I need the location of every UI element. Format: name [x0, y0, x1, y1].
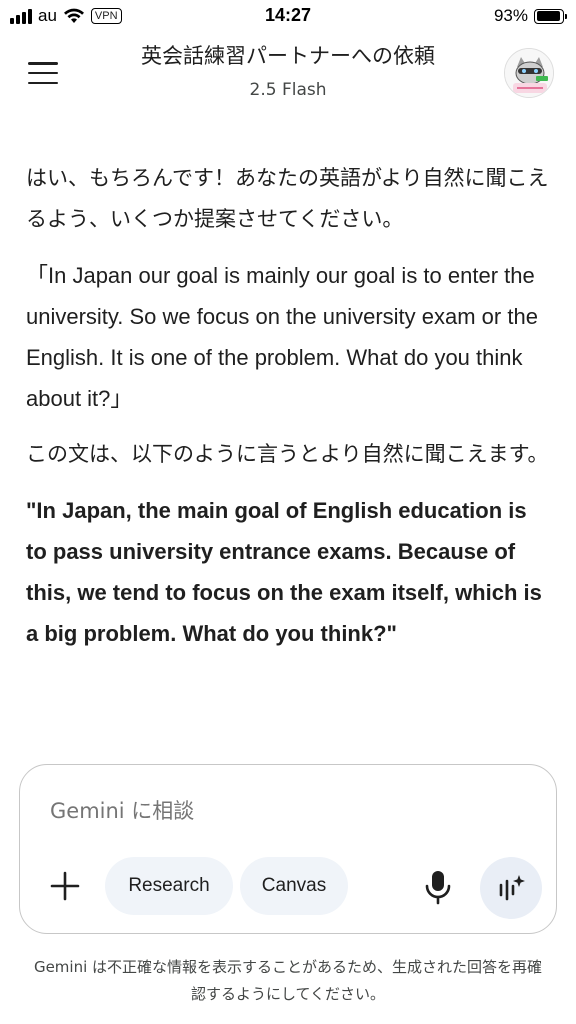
suggestion-lead: この文は、以下のように言うとより自然に聞こえます。: [26, 442, 549, 466]
disclaimer: Gemini は不正確な情報を表示することがあるため、生成された回答を再確認する…: [33, 958, 543, 1003]
battery-icon: [534, 8, 567, 24]
profile-avatar-icon[interactable]: [504, 48, 554, 98]
avatar-illustration: [505, 49, 553, 97]
model-name: 2.5 Flash: [249, 80, 327, 100]
suggested-sentence: "In Japan, the main goal of English educ…: [26, 498, 542, 646]
composer: Research Canvas: [19, 764, 557, 934]
menu-icon[interactable]: [28, 62, 58, 84]
status-bar: au VPN 14:27 93%: [0, 0, 576, 34]
chat-title: 英会話練習パートナーへの依頼: [141, 44, 435, 68]
status-right: 93%: [493, 6, 567, 26]
canvas-button[interactable]: Canvas: [240, 857, 348, 915]
app-header: 英会話練習パートナーへの依頼 2.5 Flash: [0, 34, 576, 114]
research-button[interactable]: Research: [105, 857, 233, 915]
battery-percent: 93%: [493, 6, 528, 25]
battery-fill: [536, 11, 560, 21]
prompt-input[interactable]: [50, 799, 500, 823]
microphone-icon[interactable]: [422, 869, 454, 905]
response-intro: はい、もちろんです！あなたの英語がより自然に聞こえるよう、いくつか提案させてくだ…: [26, 166, 549, 231]
live-button[interactable]: [480, 857, 542, 919]
status-time: 14:27: [264, 5, 312, 25]
add-icon[interactable]: [48, 869, 82, 903]
original-sentence: 「In Japan our goal is mainly our goal is…: [26, 263, 538, 411]
response-content: はい、もちろんです！あなたの英語がより自然に聞こえるよう、いくつか提案させてくだ…: [26, 158, 550, 669]
title-block[interactable]: 英会話練習パートナーへの依頼 2.5 Flash: [90, 40, 486, 100]
live-sparkle-icon: [499, 875, 525, 901]
